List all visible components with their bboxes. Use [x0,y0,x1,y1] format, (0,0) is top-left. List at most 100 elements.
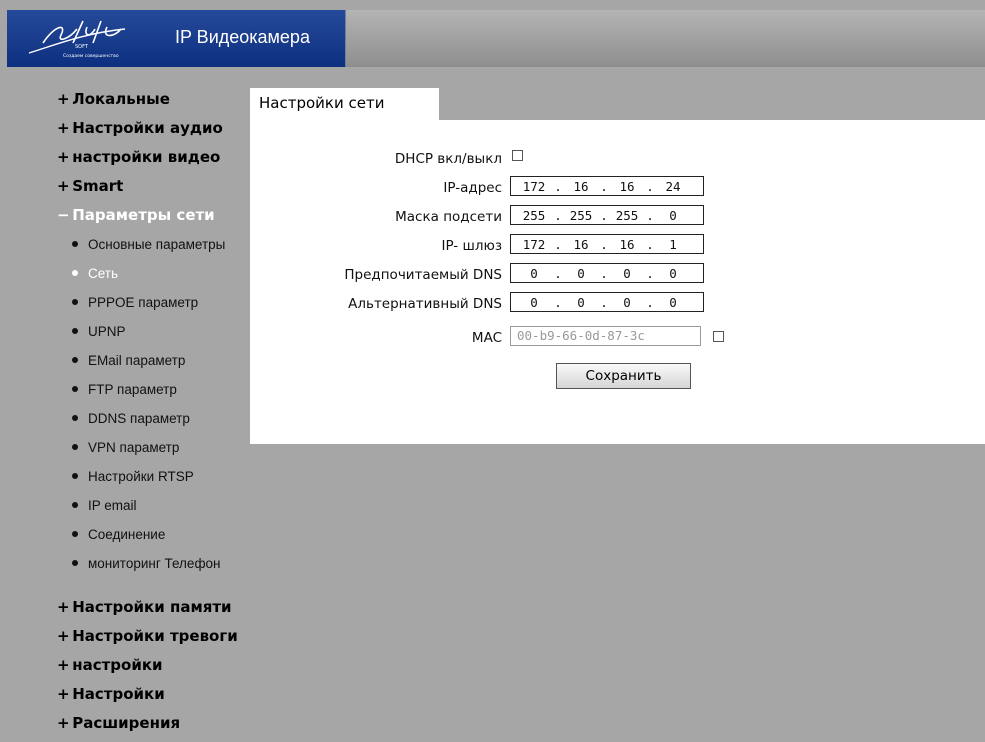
ip-octet-2[interactable]: 16 [563,179,599,194]
bullet-icon [72,357,78,363]
dhcp-checkbox[interactable] [512,150,523,161]
sidebar-group-video[interactable]: + настройки видео [57,146,220,168]
expand-icon: + [57,714,70,732]
expand-icon: + [57,148,70,166]
ip-address-input[interactable]: 172. 16. 16. 24 [510,176,704,196]
ip-octet-4[interactable]: 24 [655,179,691,194]
bullet-icon [72,299,78,305]
preferred-dns-input[interactable]: 0. 0. 0. 0 [510,263,704,283]
bullet-icon [72,473,78,479]
sidebar-group-label: Настройки аудио [72,119,223,137]
adns-octet-4[interactable]: 0 [655,295,691,310]
gateway-row: IP- шлюз 172. 16. 16. 1 [250,234,985,258]
mask-octet-1[interactable]: 255 [515,208,553,223]
alternate-dns-input[interactable]: 0. 0. 0. 0 [510,292,704,312]
gateway-input[interactable]: 172. 16. 16. 1 [510,234,704,254]
sidebar-item-label: PPPOE параметр [88,295,199,310]
sidebar-item-pppoe[interactable]: PPPOE параметр [72,293,250,313]
dhcp-row: DHCP вкл/выкл [250,147,985,171]
sidebar-item-label: Сеть [88,266,119,281]
sidebar-group-label: Локальные [72,90,170,108]
sidebar-item-upnp[interactable]: UPNP [72,322,250,342]
pdns-octet-4[interactable]: 0 [655,266,691,281]
sidebar-item-vpn[interactable]: VPN параметр [72,438,250,458]
sidebar-item-label: FTP параметр [88,382,177,397]
expand-icon: + [57,119,70,137]
bullet-icon [72,241,78,247]
mac-row: MAC 00-b9-66-0d-87-3c [250,326,985,350]
alternate-dns-row: Альтернативный DNS 0. 0. 0. 0 [250,292,985,316]
sidebar-group-label: Настройки [72,685,165,703]
bullet-icon [72,328,78,334]
sidebar-group-label: Настройки памяти [72,598,232,616]
sidebar-group-local[interactable]: + Локальные [57,88,170,110]
sidebar-group-label: настройки видео [72,148,221,166]
sidebar-item-network[interactable]: Сеть [72,264,250,284]
pdns-octet-1[interactable]: 0 [515,266,553,281]
sidebar-item-ip-email[interactable]: IP email [72,496,250,516]
gateway-octet-3[interactable]: 16 [609,237,645,252]
preferred-dns-row: Предпочитаемый DNS 0. 0. 0. 0 [250,263,985,287]
tab-network-settings[interactable]: Настройки сети [250,88,439,120]
sidebar-item-label: Основные параметры [88,237,226,252]
network-settings-panel: DHCP вкл/выкл IP-адрес 172. 16. 16. 24 М… [250,120,985,444]
sidebar-item-label: UPNP [88,324,126,339]
ip-octet-3[interactable]: 16 [609,179,645,194]
sidebar-group-audio[interactable]: + Настройки аудио [57,117,223,139]
sidebar-group-settings[interactable]: + Настройки [57,683,165,705]
sidebar-group-extensions[interactable]: + Расширения [57,712,180,734]
sidebar-item-label: VPN параметр [88,440,180,455]
adns-octet-2[interactable]: 0 [563,295,599,310]
alternate-dns-label: Альтернативный DNS [348,296,502,312]
sidebar-group-network[interactable]: − Параметры сети [57,204,215,226]
sidebar-group-label: Параметры сети [72,206,215,224]
ip-address-row: IP-адрес 172. 16. 16. 24 [250,176,985,200]
sidebar-item-phone-monitoring[interactable]: мониторинг Телефон [72,554,250,574]
gateway-octet-4[interactable]: 1 [655,237,691,252]
adns-octet-1[interactable]: 0 [515,295,553,310]
preferred-dns-label: Предпочитаемый DNS [344,267,502,283]
mask-octet-3[interactable]: 255 [609,208,645,223]
sidebar-item-ddns[interactable]: DDNS параметр [72,409,250,429]
bullet-icon [72,502,78,508]
ip-address-label: IP-адрес [443,180,502,196]
sidebar-item-ftp[interactable]: FTP параметр [72,380,250,400]
mac-label: MAC [471,330,502,346]
brand-logo: SOFT Создаем совершенство IP Видеокамера [7,10,346,67]
sidebar-item-label: IP email [88,498,137,513]
subnet-mask-label: Маска подсети [395,209,502,225]
sidebar-item-connection[interactable]: Соединение [72,525,250,545]
expand-icon: + [57,685,70,703]
bullet-icon [72,531,78,537]
sidebar-item-basic[interactable]: Основные параметры [72,235,250,255]
sidebar-group-smart[interactable]: + Smart [57,175,123,197]
sidebar-group-alarm[interactable]: + Настройки тревоги [57,625,238,647]
save-button[interactable]: Сохранить [556,363,691,389]
adns-octet-3[interactable]: 0 [609,295,645,310]
bullet-icon [72,444,78,450]
app-title: IP Видеокамера [175,27,310,47]
subnet-mask-input[interactable]: 255. 255. 255. 0 [510,205,704,225]
sidebar-group-label: настройки [72,656,163,674]
sidebar-group-storage[interactable]: + Настройки памяти [57,596,232,618]
expand-icon: + [57,90,70,108]
gateway-octet-1[interactable]: 172 [515,237,553,252]
pdns-octet-3[interactable]: 0 [609,266,645,281]
stil-logo-icon: SOFT Создаем совершенство [28,20,126,59]
sidebar-group-settings-lower[interactable]: + настройки [57,654,163,676]
sidebar-item-label: DDNS параметр [88,411,190,426]
gateway-octet-2[interactable]: 16 [563,237,599,252]
sidebar-item-rtsp[interactable]: Настройки RTSP [72,467,250,487]
pdns-octet-2[interactable]: 0 [563,266,599,281]
expand-icon: + [57,627,70,645]
expand-icon: + [57,177,70,195]
bullet-icon [72,386,78,392]
sidebar-item-email[interactable]: EMail параметр [72,351,250,371]
sidebar-group-label: Расширения [72,714,181,732]
dhcp-label: DHCP вкл/выкл [394,151,502,167]
mask-octet-2[interactable]: 255 [563,208,599,223]
mask-octet-4[interactable]: 0 [655,208,691,223]
ip-octet-1[interactable]: 172 [515,179,553,194]
mac-checkbox[interactable] [713,331,724,342]
expand-icon: + [57,656,70,674]
